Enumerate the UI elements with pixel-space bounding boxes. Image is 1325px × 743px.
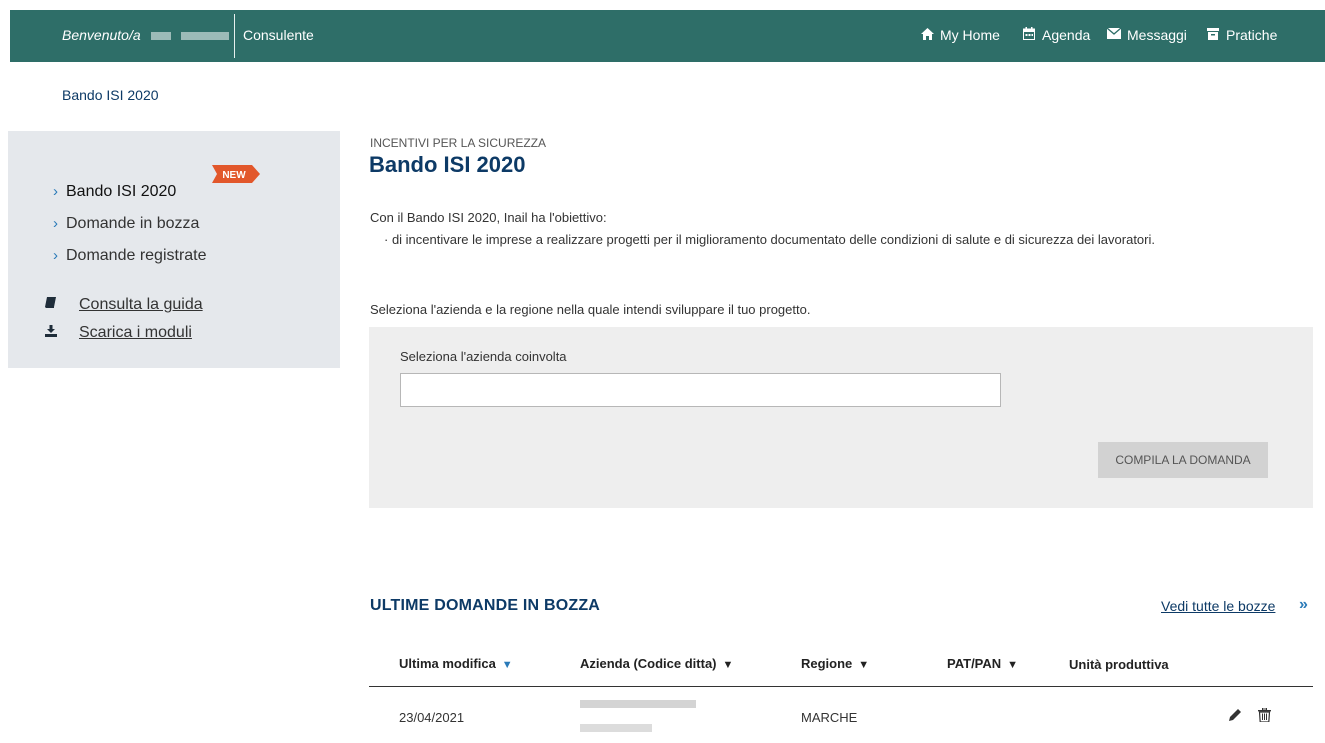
drafts-section-title: ULTIME DOMANDE IN BOZZA bbox=[370, 597, 601, 614]
nav-my-home-label: My Home bbox=[940, 27, 1000, 43]
sidebar-item-bando-isi-2020[interactable]: › Bando ISI 2020 bbox=[53, 183, 176, 201]
book-icon bbox=[45, 297, 67, 312]
cell-ultima-modifica: 23/04/2021 bbox=[399, 710, 465, 725]
welcome-text: Benvenuto/a bbox=[62, 27, 141, 43]
column-header-azienda[interactable]: Azienda (Codice ditta) ▼ bbox=[580, 656, 733, 671]
column-header-pat-pan[interactable]: PAT/PAN ▼ bbox=[947, 656, 1018, 671]
cell-regione: MARCHE bbox=[801, 710, 858, 725]
breadcrumb[interactable]: Bando ISI 2020 bbox=[62, 87, 159, 103]
sidebar-item-domande-registrate[interactable]: › Domande registrate bbox=[53, 247, 207, 265]
nav-pratiche[interactable]: Pratiche bbox=[1206, 27, 1277, 43]
archive-icon bbox=[1206, 27, 1220, 43]
double-chevron-right-icon[interactable]: » bbox=[1299, 596, 1308, 614]
intro-text: Con il Bando ISI 2020, Inail ha l'obiett… bbox=[370, 210, 607, 225]
nav-messaggi-label: Messaggi bbox=[1127, 27, 1187, 43]
sidebar-item-label: Bando ISI 2020 bbox=[66, 183, 177, 200]
nav-agenda-label: Agenda bbox=[1042, 27, 1091, 43]
sort-down-icon: ▼ bbox=[722, 659, 734, 671]
redacted-user-name bbox=[151, 32, 229, 40]
compila-domanda-button[interactable]: COMPILA LA DOMANDA bbox=[1098, 442, 1268, 478]
column-header-unita-produttiva: Unità produttiva bbox=[1069, 657, 1169, 672]
company-selection-panel: Seleziona l'azienda coinvolta COMPILA LA… bbox=[369, 327, 1313, 508]
redacted-company-code bbox=[580, 724, 652, 732]
table-header-divider bbox=[369, 686, 1313, 687]
top-bar: Benvenuto/a Consulente My Home Agenda Me… bbox=[10, 10, 1325, 62]
column-header-regione[interactable]: Regione ▼ bbox=[801, 656, 869, 671]
header-divider bbox=[234, 14, 235, 58]
chevron-right-icon: › bbox=[53, 247, 58, 264]
nav-pratiche-label: Pratiche bbox=[1226, 27, 1278, 43]
column-header-label: Unità produttiva bbox=[1069, 657, 1169, 672]
new-badge-label: NEW bbox=[222, 170, 246, 181]
sort-down-icon: ▼ bbox=[1007, 659, 1019, 671]
column-header-ultima-modifica[interactable]: Ultima modifica ▼ bbox=[399, 656, 513, 671]
consulta-guida-link[interactable]: Consulta la guida bbox=[45, 296, 203, 314]
new-badge: NEW bbox=[212, 165, 260, 183]
column-header-label: Regione bbox=[801, 656, 853, 671]
sidebar-item-label: Domande registrate bbox=[66, 247, 207, 264]
intro-bullet: · di incentivare le imprese a realizzare… bbox=[384, 232, 1155, 247]
nav-agenda[interactable]: Agenda bbox=[1022, 27, 1090, 43]
see-all-drafts-link[interactable]: Vedi tutte le bozze bbox=[1161, 598, 1275, 614]
page-kicker: INCENTIVI PER LA SICUREZZA bbox=[370, 136, 547, 150]
sort-down-icon: ▼ bbox=[858, 659, 870, 671]
redacted-company-name bbox=[580, 700, 696, 708]
scarica-moduli-label: Scarica i moduli bbox=[79, 324, 192, 341]
page-title: Bando ISI 2020 bbox=[369, 152, 526, 177]
sort-down-icon: ▼ bbox=[501, 659, 513, 671]
trash-icon[interactable] bbox=[1258, 707, 1271, 726]
user-role: Consulente bbox=[243, 27, 314, 43]
company-field-label: Seleziona l'azienda coinvolta bbox=[400, 349, 567, 364]
nav-messaggi[interactable]: Messaggi bbox=[1106, 27, 1187, 43]
consulta-guida-label: Consulta la guida bbox=[79, 296, 203, 313]
scarica-moduli-link[interactable]: Scarica i moduli bbox=[45, 324, 192, 342]
column-header-label: Azienda (Codice ditta) bbox=[580, 656, 717, 671]
company-input[interactable] bbox=[400, 373, 1001, 407]
chevron-right-icon: › bbox=[53, 183, 58, 200]
nav-my-home[interactable]: My Home bbox=[920, 27, 1000, 43]
column-header-label: PAT/PAN bbox=[947, 656, 1002, 671]
envelope-icon bbox=[1106, 27, 1122, 42]
download-icon bbox=[45, 325, 67, 340]
chevron-right-icon: › bbox=[53, 215, 58, 232]
edit-pencil-icon[interactable] bbox=[1228, 708, 1242, 726]
calendar-icon bbox=[1022, 27, 1036, 43]
sidebar-item-label: Domande in bozza bbox=[66, 215, 200, 232]
instruction-text: Seleziona l'azienda e la regione nella q… bbox=[370, 302, 811, 317]
column-header-label: Ultima modifica bbox=[399, 656, 496, 671]
home-icon bbox=[920, 27, 934, 43]
sidebar-item-domande-in-bozza[interactable]: › Domande in bozza bbox=[53, 215, 199, 233]
